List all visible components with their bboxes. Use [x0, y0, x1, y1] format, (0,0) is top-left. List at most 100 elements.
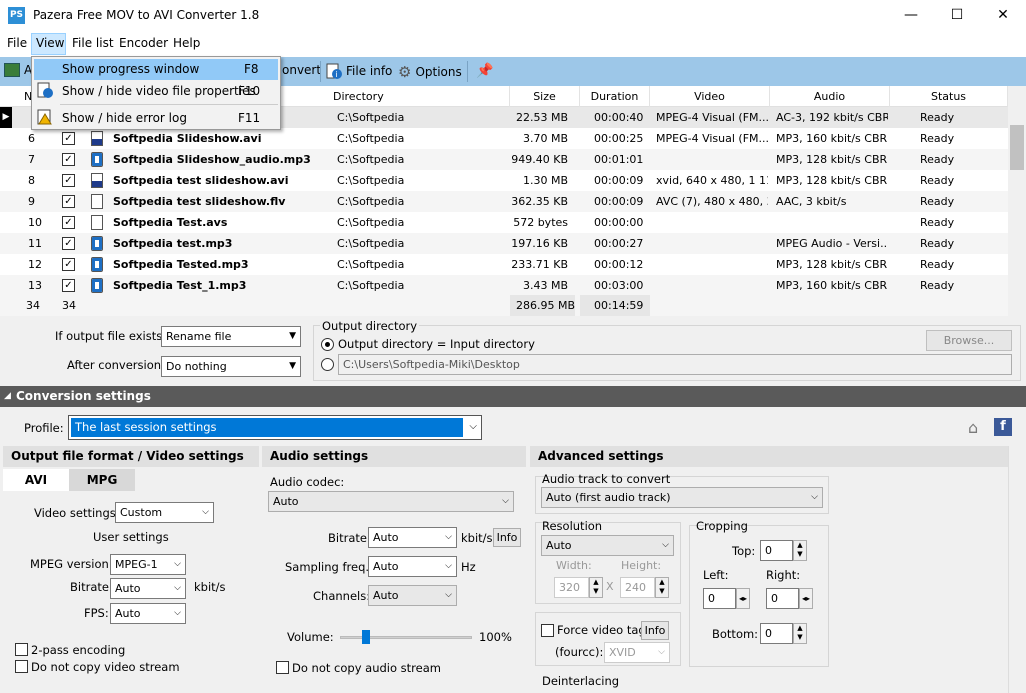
row-checkbox[interactable]: ✓ — [62, 216, 75, 229]
audio-track-select[interactable]: Auto (first audio track) ⌵ — [541, 487, 823, 508]
row-checkbox[interactable]: ✓ — [62, 258, 75, 271]
minimize-button[interactable]: — — [888, 0, 934, 31]
width-spinner[interactable]: ▲ ▼ — [589, 577, 603, 598]
height-label: Height: — [621, 559, 662, 572]
pin-button[interactable]: 📌 — [476, 63, 493, 79]
table-row[interactable]: 9 ✓ Softpedia test slideshow.flv C:\Softped… — [0, 191, 1008, 212]
video-settings-label: Video settings: — [34, 506, 120, 520]
table-row[interactable]: 10 ✓ Softpedia Test.avs C:\Softpedia 572 byt… — [0, 212, 1008, 233]
row-checkbox[interactable]: ✓ — [62, 195, 75, 208]
col-size[interactable]: Size — [510, 86, 580, 107]
add-files-button[interactable]: A — [4, 63, 32, 77]
file-duration: 00:00:00 — [594, 216, 644, 229]
menu-toggle-error-log[interactable]: Show / hide error log — [62, 111, 187, 125]
after-conversion-select[interactable]: Do nothing ▼ — [161, 356, 301, 377]
crop-top-input[interactable]: 0 — [760, 540, 793, 561]
menu-view[interactable]: View — [36, 36, 64, 50]
maximize-button[interactable]: ☐ — [934, 0, 980, 31]
crop-right-spinner[interactable]: ◂▸ — [799, 588, 813, 609]
radio-input-dir[interactable] — [321, 338, 334, 351]
conversion-settings-bar[interactable]: ◢ Conversion settings — [0, 386, 1026, 407]
col-video[interactable]: Video — [650, 86, 770, 107]
volume-slider-thumb[interactable] — [362, 630, 371, 644]
tab-avi[interactable]: AVI — [3, 469, 69, 491]
force-tag-checkbox[interactable] — [541, 624, 554, 637]
audio-track-label: Audio track to convert — [542, 472, 671, 486]
table-row[interactable]: 13 ✓ Softpedia Test_1.mp3 C:\Softpedia 3.43 … — [0, 275, 1008, 296]
scrollbar-thumb[interactable] — [1010, 125, 1024, 170]
settings-scrollbar[interactable] — [1008, 446, 1026, 693]
resolution-x-separator: X — [606, 580, 614, 593]
force-tag-info-button[interactable]: Info — [641, 621, 669, 640]
resolution-select[interactable]: Auto ⌵ — [541, 535, 674, 556]
menu-file-list[interactable]: File list — [72, 36, 114, 50]
crop-top-spinner[interactable]: ▲ ▼ — [793, 540, 807, 561]
home-icon[interactable]: ⌂ — [968, 418, 978, 437]
video-bitrate-select[interactable]: Auto ⌵ — [110, 578, 186, 599]
audio-codec-label: Audio codec: — [270, 475, 345, 489]
fps-select[interactable]: Auto ⌵ — [110, 603, 186, 624]
height-spinner[interactable]: ▲ ▼ — [655, 577, 669, 598]
menu-help[interactable]: Help — [173, 36, 200, 50]
crop-bottom-spinner[interactable]: ▲ ▼ — [793, 623, 807, 644]
menu-file[interactable]: File — [7, 36, 27, 50]
table-row[interactable]: 6 ✓ Softpedia Slideshow.avi C:\Softpedia 3.7… — [0, 128, 1008, 149]
sampling-select[interactable]: Auto ⌵ — [368, 556, 457, 577]
row-checkbox[interactable]: ✓ — [62, 174, 75, 187]
options-button[interactable]: ⚙ Options — [398, 63, 462, 81]
radio-custom-dir[interactable] — [321, 358, 334, 371]
tab-mpg[interactable]: MPG — [69, 469, 135, 491]
audio-info-button[interactable]: Info — [493, 528, 521, 547]
two-pass-checkbox[interactable] — [15, 643, 28, 656]
fourcc-select[interactable]: XVID ⌵ — [604, 642, 670, 663]
crop-right-input[interactable]: 0 — [766, 588, 799, 609]
deinterlacing-label: Deinterlacing — [542, 674, 620, 688]
table-row[interactable]: 7 ✓ Softpedia Slideshow_audio.mp3 C:\Softpe… — [0, 149, 1008, 170]
col-duration[interactable]: Duration — [580, 86, 650, 107]
crop-left-input[interactable]: 0 — [703, 588, 736, 609]
mpeg-version-select[interactable]: MPEG-1 ⌵ — [110, 554, 186, 575]
width-input[interactable]: 320 — [554, 577, 589, 598]
table-row[interactable]: 11 ✓ Softpedia test.mp3 C:\Softpedia 197.16 … — [0, 233, 1008, 254]
browse-button[interactable]: Browse... — [926, 330, 1012, 351]
crop-bottom-input[interactable]: 0 — [760, 623, 793, 644]
no-copy-audio-checkbox[interactable] — [276, 661, 289, 674]
facebook-icon[interactable]: f — [994, 418, 1012, 436]
no-copy-video-checkbox[interactable] — [15, 660, 28, 673]
menu-encoder[interactable]: Encoder — [119, 36, 168, 50]
if-exists-select[interactable]: Rename file ▼ — [161, 326, 301, 347]
close-button[interactable]: ✕ — [980, 0, 1026, 31]
crop-left-spinner[interactable]: ◂▸ — [736, 588, 750, 609]
volume-slider[interactable] — [340, 636, 472, 639]
audio-bitrate-select[interactable]: Auto ⌵ — [368, 527, 457, 548]
row-number: 6 — [28, 132, 35, 145]
convert-button[interactable]: onvert — [282, 63, 321, 77]
file-info-button[interactable]: i File info — [326, 63, 392, 79]
mpeg-version-label: MPEG version: — [30, 557, 113, 571]
file-audio-info: MPEG Audio - Versi... — [776, 237, 888, 250]
file-name: Softpedia Slideshow.avi — [113, 132, 262, 145]
menu-toggle-properties-shortcut: F10 — [238, 84, 261, 98]
table-row[interactable]: 8 ✓ Softpedia test slideshow.avi C:\Softped… — [0, 170, 1008, 191]
custom-dir-input[interactable]: C:\Users\Softpedia-Miki\Desktop — [338, 354, 1012, 375]
sampling-label: Sampling freq.: — [285, 560, 373, 574]
file-list-scrollbar[interactable] — [1008, 86, 1026, 315]
row-checkbox[interactable]: ✓ — [62, 279, 75, 292]
channels-select[interactable]: Auto ⌵ — [368, 585, 457, 606]
row-checkbox[interactable]: ✓ — [62, 237, 75, 250]
col-directory[interactable]: Directory — [330, 86, 510, 107]
chevron-down-icon: ⌵ — [662, 540, 669, 550]
video-file-icon — [91, 131, 103, 146]
video-settings-select[interactable]: Custom ⌵ — [115, 502, 214, 523]
menu-show-progress[interactable]: Show progress window — [62, 62, 199, 76]
menu-toggle-properties[interactable]: Show / hide video file properties — [62, 84, 256, 98]
col-status[interactable]: Status — [890, 86, 1008, 107]
row-checkbox[interactable]: ✓ — [62, 153, 75, 166]
col-audio[interactable]: Audio — [770, 86, 890, 107]
table-row[interactable]: 12 ✓ Softpedia Tested.mp3 C:\Softpedia 233.7… — [0, 254, 1008, 275]
audio-codec-select[interactable]: Auto ⌵ — [268, 491, 514, 512]
profile-select[interactable]: The last session settings ⌵ — [68, 415, 482, 440]
row-checkbox[interactable]: ✓ — [62, 132, 75, 145]
file-status: Ready — [920, 174, 955, 187]
height-input[interactable]: 240 — [620, 577, 655, 598]
